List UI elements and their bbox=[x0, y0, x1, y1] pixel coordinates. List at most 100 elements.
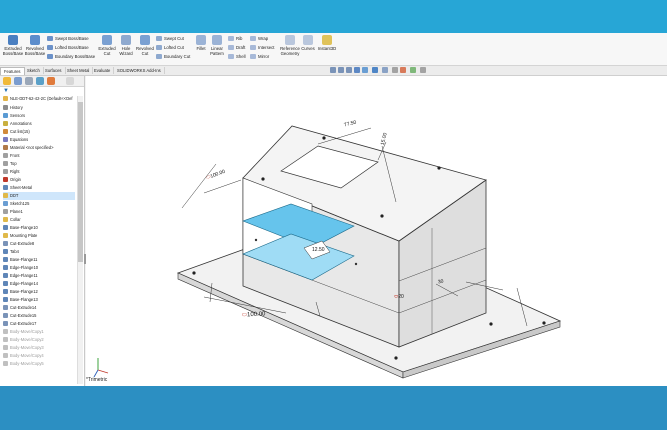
tab-surfaces[interactable]: Surfaces bbox=[42, 67, 66, 74]
revolved-cut-button[interactable]: Revolved Cut bbox=[134, 35, 156, 56]
flange-icon bbox=[3, 225, 8, 231]
mirror-button[interactable]: Mirror bbox=[250, 54, 269, 60]
lofted-boss-button[interactable]: Lofted Boss/Base bbox=[47, 45, 89, 51]
expand-panel-icon[interactable] bbox=[66, 77, 74, 85]
display-manager-tab-icon[interactable] bbox=[47, 77, 55, 85]
rib-button[interactable]: Rib bbox=[228, 36, 242, 42]
wrap-button[interactable]: Wrap bbox=[250, 36, 268, 42]
wrap-icon bbox=[250, 36, 256, 42]
swept-cut-button[interactable]: Swept Cut bbox=[156, 36, 184, 42]
filter-icon[interactable]: ▼ bbox=[3, 88, 9, 94]
boundary-cut-button[interactable]: Boundary Cut bbox=[156, 54, 190, 60]
tab-sheet-metal[interactable]: Sheet Metal bbox=[64, 67, 94, 74]
intersect-button[interactable]: Intersect bbox=[250, 45, 274, 51]
fillet-button[interactable]: Fillet bbox=[194, 35, 208, 51]
tree-item[interactable]: Edge-Flange14 bbox=[3, 280, 75, 288]
reference-geometry-button[interactable]: Reference Geometry bbox=[279, 35, 301, 56]
plane-icon bbox=[3, 161, 8, 167]
tree-item[interactable]: Base-Flange11 bbox=[3, 256, 75, 264]
tree-item[interactable]: Base-Flange13 bbox=[3, 296, 75, 304]
sensor-icon bbox=[3, 113, 8, 119]
tree-item[interactable]: Origin bbox=[3, 176, 75, 184]
edit-appearance-icon[interactable] bbox=[400, 67, 406, 73]
tree-item[interactable]: History bbox=[3, 104, 75, 112]
swept-boss-button[interactable]: Swept Boss/Base bbox=[47, 36, 89, 42]
cut-icon bbox=[3, 241, 8, 247]
tree-item[interactable]: Equations bbox=[3, 136, 75, 144]
display-style-icon[interactable] bbox=[382, 67, 388, 73]
boundary-boss-button[interactable]: Boundary Boss/Base bbox=[47, 54, 95, 60]
instant3d-button[interactable]: Instant3D bbox=[317, 35, 337, 51]
tree-item[interactable]: Base-Flange12 bbox=[3, 288, 75, 296]
shell-button[interactable]: Shell bbox=[228, 54, 246, 60]
feature-manager-tab-icon[interactable] bbox=[3, 77, 11, 85]
tree-item[interactable]: Front bbox=[3, 152, 75, 160]
tree-item-label: Base-Flange11 bbox=[10, 257, 38, 262]
tree-item-label: Equations bbox=[10, 137, 29, 142]
tree-item[interactable]: Cut-Extrude15 bbox=[3, 312, 75, 320]
tree-item[interactable]: Sensors bbox=[3, 112, 75, 120]
graphics-area[interactable]: ⬭100.00 77.50 15.00 ⬭100.00 12.50 30 ⬭20 bbox=[86, 76, 667, 386]
part-icon bbox=[3, 96, 8, 102]
tree-item[interactable]: Body-Move/Copy3 bbox=[3, 344, 75, 352]
dimension-label[interactable]: ⬭100.00 bbox=[242, 311, 266, 319]
sketch-icon bbox=[3, 201, 8, 207]
lofted-cut-button[interactable]: Lofted Cut bbox=[156, 45, 184, 51]
tree-item[interactable]: Tab4 bbox=[3, 248, 75, 256]
plane-icon bbox=[3, 209, 8, 215]
tree-item[interactable]: Body-Move/Copy5 bbox=[3, 360, 75, 368]
tree-item-label: Collar bbox=[10, 217, 21, 222]
tree-item[interactable]: DDT bbox=[3, 192, 75, 200]
curves-button[interactable]: Curves bbox=[301, 35, 315, 51]
property-manager-tab-icon[interactable] bbox=[14, 77, 22, 85]
tree-item[interactable]: Material <not specified> bbox=[3, 144, 75, 152]
tree-root[interactable]: NLE-DDT-62-42-2C (Default<<Def bbox=[3, 95, 73, 103]
tree-item[interactable]: Top bbox=[3, 160, 75, 168]
tree-item[interactable]: Cut-Extrude17 bbox=[3, 320, 75, 328]
tree-item[interactable]: Mounting Plate bbox=[3, 232, 75, 240]
tree-scrollbar[interactable] bbox=[77, 96, 83, 384]
apply-scene-icon[interactable] bbox=[410, 67, 416, 73]
dimension-label[interactable]: 30 bbox=[437, 278, 444, 285]
hole-wizard-button[interactable]: Hole Wizard bbox=[117, 35, 135, 56]
dimension-label[interactable]: ⬭20 bbox=[394, 294, 404, 300]
dimension-label[interactable]: 12.50 bbox=[312, 247, 325, 253]
extruded-boss-button[interactable]: Extruded Boss/Base bbox=[2, 35, 24, 56]
previous-view-icon[interactable] bbox=[346, 67, 352, 73]
tree-item[interactable]: Base-Flange10 bbox=[3, 224, 75, 232]
section-view-icon[interactable] bbox=[354, 67, 360, 73]
tree-item[interactable]: Edge-Flange11 bbox=[3, 272, 75, 280]
tree-item[interactable]: Cut list(15) bbox=[3, 128, 75, 136]
tab-features[interactable]: Features bbox=[0, 67, 25, 75]
tree-item[interactable]: Cut-Extrude8 bbox=[3, 240, 75, 248]
dimxpert-manager-tab-icon[interactable] bbox=[36, 77, 44, 85]
tree-item[interactable]: Cut-Extrude14 bbox=[3, 304, 75, 312]
tree-item[interactable]: Body-Move/Copy1 bbox=[3, 328, 75, 336]
tree-item[interactable]: Body-Move/Copy2 bbox=[3, 336, 75, 344]
tab-addins[interactable]: SOLIDWORKS Add-Ins bbox=[114, 67, 165, 74]
zoom-area-icon[interactable] bbox=[338, 67, 344, 73]
tree-item[interactable]: Right bbox=[3, 168, 75, 176]
linear-pattern-button[interactable]: Linear Pattern bbox=[208, 35, 226, 56]
draft-button[interactable]: Draft bbox=[228, 45, 245, 51]
tree-item[interactable]: Plane1 bbox=[3, 208, 75, 216]
tree-item[interactable]: Edge-Flange10 bbox=[3, 264, 75, 272]
body-move-icon bbox=[3, 353, 8, 359]
zoom-to-fit-icon[interactable] bbox=[330, 67, 336, 73]
tab-sketch[interactable]: Sketch bbox=[24, 67, 44, 74]
configuration-manager-tab-icon[interactable] bbox=[25, 77, 33, 85]
tab-evaluate[interactable]: Evaluate bbox=[91, 67, 115, 74]
view-settings-icon[interactable] bbox=[420, 67, 426, 73]
view-orientation-icon[interactable] bbox=[372, 67, 378, 73]
hide-show-items-icon[interactable] bbox=[392, 67, 398, 73]
extruded-cut-button[interactable]: Extruded Cut bbox=[96, 35, 118, 56]
tree-item[interactable]: Sketch125 bbox=[3, 200, 75, 208]
tree-item[interactable]: Collar bbox=[3, 216, 75, 224]
tree-item-label: Sensors bbox=[10, 113, 26, 118]
tree-scrollbar-thumb[interactable] bbox=[78, 102, 83, 262]
tree-item[interactable]: Annotations bbox=[3, 120, 75, 128]
revolved-boss-button[interactable]: Revolved Boss/Base bbox=[24, 35, 46, 56]
tree-item[interactable]: Body-Move/Copy4 bbox=[3, 352, 75, 360]
dynamic-annotation-icon[interactable] bbox=[362, 67, 368, 73]
tree-item[interactable]: Sheet-Metal bbox=[3, 184, 75, 192]
